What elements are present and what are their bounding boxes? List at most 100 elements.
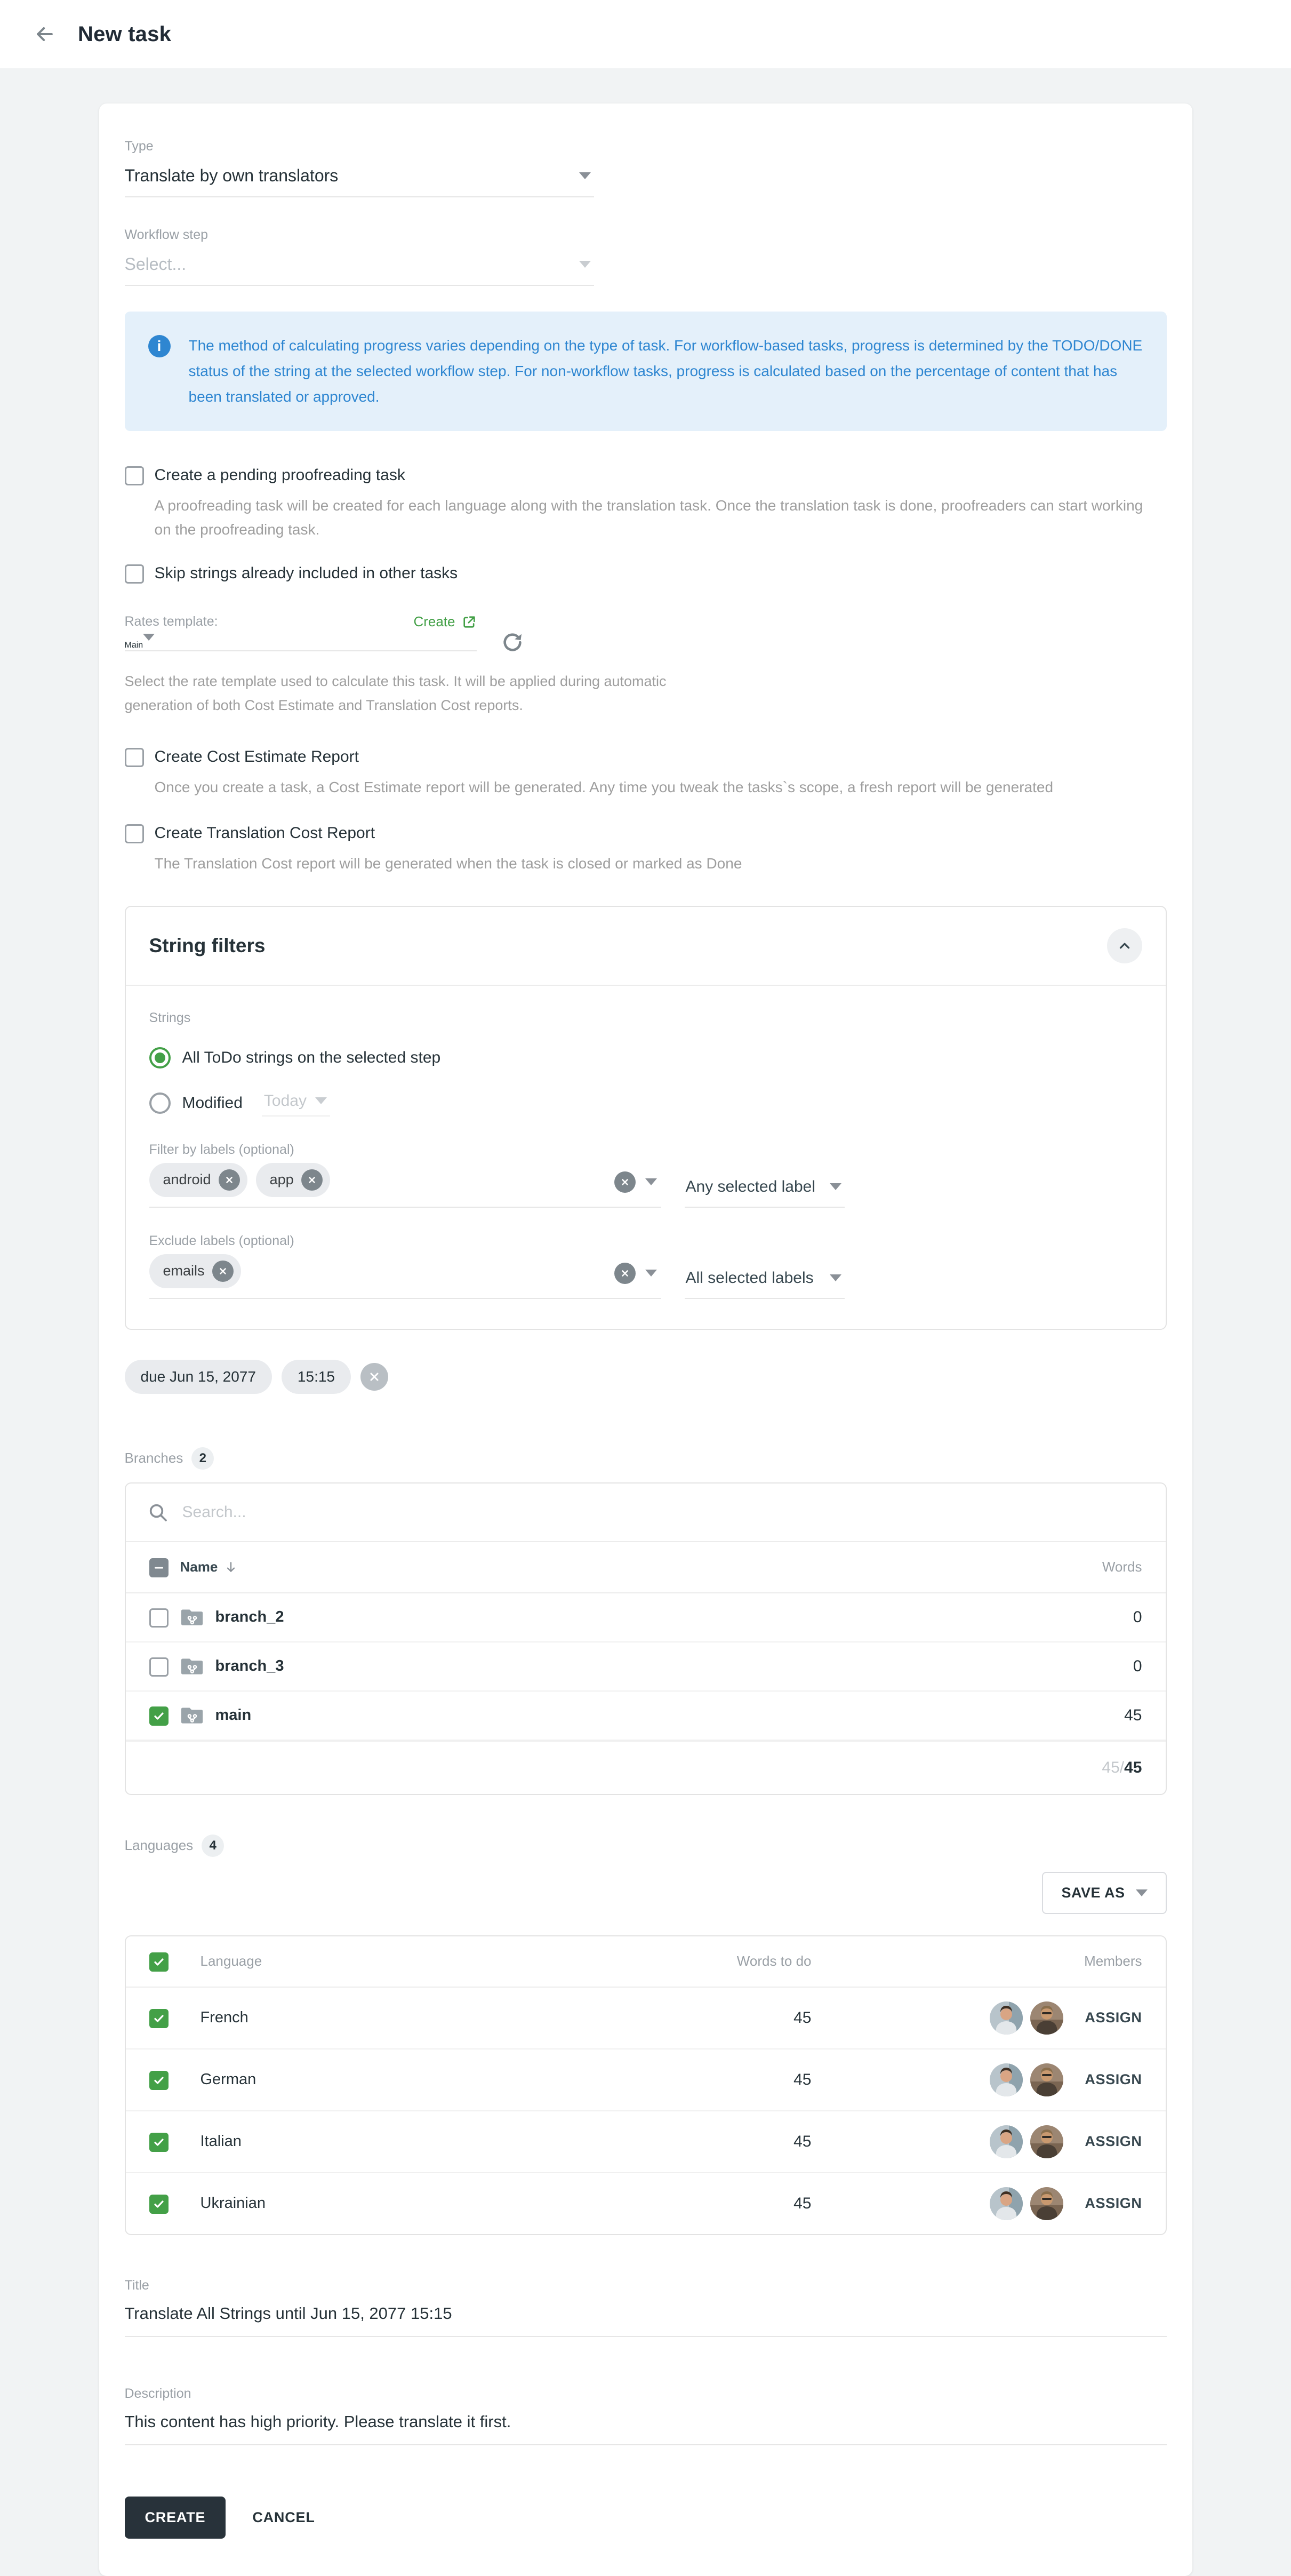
due-time-chip[interactable]: 15:15 (282, 1360, 351, 1394)
cancel-button[interactable]: CANCEL (242, 2497, 325, 2539)
branch-checkbox[interactable] (149, 1608, 169, 1628)
radio-modified[interactable]: Modified Today (149, 1090, 1142, 1116)
back-button[interactable] (30, 19, 60, 49)
member-avatar[interactable] (1030, 2063, 1063, 2096)
branch-folder-icon (180, 1607, 204, 1628)
translation-cost-description: The Translation Cost report will be gene… (155, 852, 1157, 876)
app-header: New task (0, 0, 1291, 68)
branch-row-branch_2[interactable]: branch_2 0 (126, 1593, 1166, 1642)
branch-folder-icon (180, 1656, 204, 1677)
language-checkbox[interactable] (149, 2071, 169, 2090)
description-value: This content has high priority. Please t… (125, 2412, 511, 2431)
type-label: Type (125, 139, 594, 154)
member-avatar[interactable] (1030, 2187, 1063, 2220)
filter-labels-field[interactable]: android app (149, 1158, 661, 1208)
checkbox-unchecked-icon[interactable] (125, 748, 144, 767)
member-avatar[interactable] (990, 2125, 1023, 2158)
type-select[interactable]: Type Translate by own translators (125, 139, 594, 197)
words-total: 45 (1124, 1759, 1142, 1777)
branch-checkbox[interactable] (149, 1657, 169, 1677)
clear-labels-icon[interactable] (614, 1263, 636, 1284)
workflow-step-select[interactable]: Workflow step Select... (125, 227, 594, 286)
assign-button[interactable]: ASSIGN (1085, 2009, 1142, 2026)
remove-chip-icon[interactable] (219, 1169, 240, 1191)
modified-period-select[interactable]: Today (262, 1090, 330, 1116)
member-avatar[interactable] (990, 2187, 1023, 2220)
chevron-down-icon (830, 1183, 841, 1190)
language-checkbox[interactable] (149, 2195, 169, 2214)
strings-label: Strings (149, 1010, 1142, 1026)
translation-cost-group: Create Translation Cost Report The Trans… (125, 823, 1167, 876)
language-row-ukrainian: Ukrainian 45 ASSIGN (126, 2173, 1166, 2234)
workflow-step-label: Workflow step (125, 227, 594, 243)
branch-folder-icon (180, 1705, 204, 1726)
chevron-down-icon (645, 1270, 657, 1277)
exclude-labels-mode-select[interactable]: All selected labels (685, 1262, 845, 1299)
name-column-header[interactable]: Name (180, 1559, 238, 1575)
assign-button[interactable]: ASSIGN (1085, 2071, 1142, 2088)
clear-labels-icon[interactable] (614, 1171, 636, 1193)
refresh-button[interactable] (500, 630, 525, 655)
member-avatar[interactable] (990, 2001, 1023, 2035)
branches-search-input[interactable] (182, 1503, 1142, 1521)
back-arrow-icon (33, 22, 57, 46)
save-as-button[interactable]: SAVE AS (1042, 1872, 1166, 1914)
title-field[interactable]: Title Translate All Strings until Jun 15… (125, 2278, 1167, 2337)
filter-labels-label: Filter by labels (optional) (149, 1142, 1142, 1158)
member-avatar[interactable] (1030, 2125, 1063, 2158)
radio-all-todo-strings[interactable]: All ToDo strings on the selected step (149, 1047, 1142, 1068)
collapse-panel-button[interactable] (1107, 928, 1142, 963)
language-column-header: Language (201, 1953, 673, 1969)
create-rates-template-link[interactable]: Create (413, 613, 476, 630)
checkbox-unchecked-icon[interactable] (125, 824, 144, 843)
chevron-down-icon (315, 1097, 327, 1104)
language-checkbox[interactable] (149, 2009, 169, 2028)
cost-estimate-checkbox[interactable]: Create Cost Estimate Report (125, 747, 1167, 767)
translation-cost-checkbox[interactable]: Create Translation Cost Report (125, 823, 1167, 843)
languages-table-header: Language Words to do Members (126, 1936, 1166, 1988)
language-checkbox[interactable] (149, 2133, 169, 2152)
languages-section-label: Languages 4 (125, 1835, 1167, 1857)
radio-unselected-icon[interactable] (149, 1092, 171, 1114)
rates-template-select[interactable]: Main (125, 633, 477, 651)
select-all-languages-checkbox[interactable] (149, 1952, 169, 1972)
proofreading-checkbox[interactable]: Create a pending proofreading task (125, 465, 1167, 485)
branch-checkbox-checked[interactable] (149, 1706, 169, 1726)
create-button[interactable]: CREATE (125, 2497, 226, 2539)
remove-chip-icon[interactable] (212, 1261, 234, 1282)
sort-descending-icon (224, 1560, 238, 1574)
branches-search[interactable] (126, 1484, 1166, 1542)
search-icon (147, 1502, 169, 1523)
new-task-form-card: Type Translate by own translators Workfl… (99, 103, 1192, 2576)
members-column-header: Members (812, 1953, 1142, 1969)
exclude-labels-label: Exclude labels (optional) (149, 1233, 1142, 1249)
checkbox-unchecked-icon[interactable] (125, 466, 144, 485)
branch-row-main[interactable]: main 45 (126, 1692, 1166, 1741)
branch-row-branch_3[interactable]: branch_3 0 (126, 1642, 1166, 1692)
select-all-indeterminate-checkbox[interactable] (149, 1558, 169, 1577)
member-avatar[interactable] (1030, 2001, 1063, 2035)
refresh-icon (500, 630, 525, 655)
checkbox-unchecked-icon[interactable] (125, 564, 144, 584)
language-row-german: German 45 ASSIGN (126, 2049, 1166, 2111)
exclude-labels-field[interactable]: emails (149, 1249, 661, 1299)
remove-due-date-icon[interactable] (360, 1363, 388, 1391)
rates-template-helper: Select the rate template used to calcula… (125, 669, 679, 717)
filter-labels-mode-select[interactable]: Any selected label (685, 1170, 845, 1208)
rates-template-group: Rates template: Create Main Select the r… (125, 613, 1167, 717)
description-field[interactable]: Description This content has high priori… (125, 2386, 1167, 2445)
skip-strings-checkbox[interactable]: Skip strings already included in other t… (125, 563, 1167, 584)
radio-selected-icon[interactable] (149, 1047, 171, 1068)
description-label: Description (125, 2386, 1167, 2402)
title-label: Title (125, 2278, 1167, 2293)
external-link-icon (462, 615, 477, 629)
workflow-step-placeholder: Select... (125, 254, 187, 274)
branches-table-header: Name Words (126, 1542, 1166, 1593)
member-avatar[interactable] (990, 2063, 1023, 2096)
label-chip-emails: emails (149, 1254, 241, 1288)
assign-button[interactable]: ASSIGN (1085, 2195, 1142, 2212)
remove-chip-icon[interactable] (301, 1169, 323, 1191)
due-date-chip[interactable]: due Jun 15, 2077 (125, 1360, 272, 1394)
selected-words-total: 45 (1102, 1759, 1119, 1777)
assign-button[interactable]: ASSIGN (1085, 2133, 1142, 2150)
